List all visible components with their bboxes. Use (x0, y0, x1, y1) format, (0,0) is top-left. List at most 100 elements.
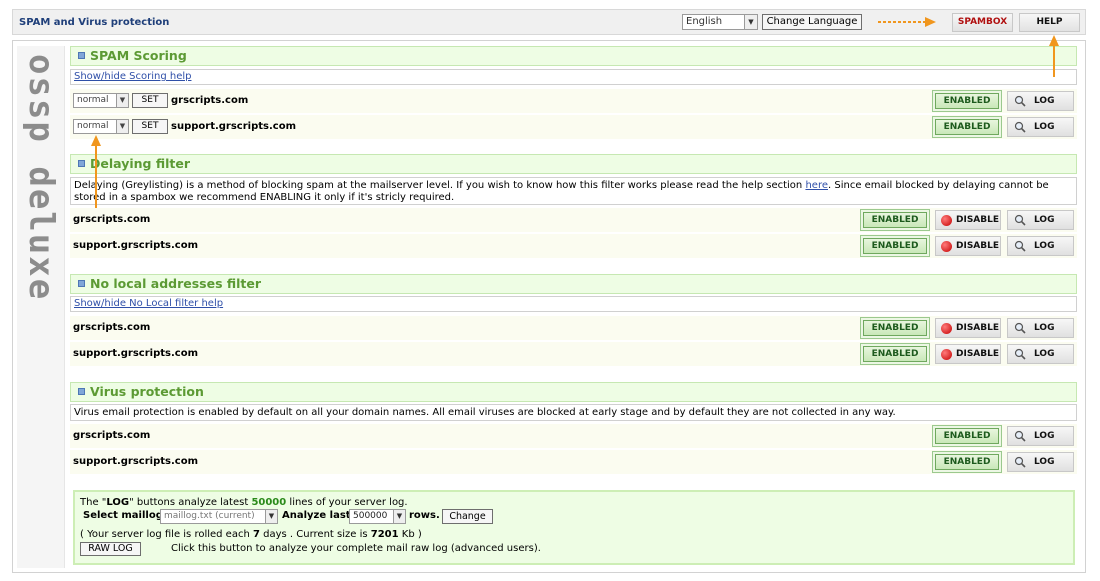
change-language-button[interactable]: Change Language (762, 14, 862, 30)
section-title: Delaying filter (90, 156, 190, 171)
rows-value: 500000 (353, 511, 388, 521)
domain-name: support.grscripts.com (73, 240, 199, 251)
domain-name: grscripts.com (73, 214, 151, 225)
log-button[interactable]: LOG (1007, 91, 1074, 111)
log-button[interactable]: LOG (1007, 452, 1074, 472)
domain-name: support.grscripts.com (73, 348, 199, 359)
disable-label: DISABLE (956, 323, 1000, 333)
bullet-square-icon (78, 52, 85, 59)
log-button[interactable]: LOG (1007, 344, 1074, 364)
log-label: LOG (1034, 122, 1055, 132)
log-info-line: The "LOG" buttons analyze latest 50000 l… (80, 497, 408, 508)
enabled-button[interactable]: ENABLED (860, 235, 930, 257)
log-button[interactable]: LOG (1007, 117, 1074, 137)
domain-name: support.grscripts.com (73, 456, 199, 467)
info-text: Kb ) (398, 529, 422, 540)
magnifier-icon (1014, 322, 1026, 334)
magnifier-icon (1014, 430, 1026, 442)
log-button[interactable]: LOG (1007, 236, 1074, 256)
enabled-button[interactable]: ENABLED (932, 90, 1002, 112)
chevron-down-icon: ▼ (265, 510, 277, 523)
info-text: days . Current size is (259, 529, 371, 540)
description-text: Delaying (Greylisting) is a method of bl… (74, 180, 806, 191)
magnifier-icon (1014, 214, 1026, 226)
maillog-select[interactable]: maillog.txt (current) ▼ (160, 509, 278, 524)
top-bar: SPAM and Virus protection English ▼ Chan… (12, 9, 1086, 35)
logo-text: ossp deluxe (21, 54, 61, 302)
disable-button[interactable]: DISABLE (935, 236, 1001, 256)
set-button[interactable]: SET (132, 119, 168, 134)
info-text: " buttons analyze latest (129, 497, 252, 508)
log-button[interactable]: LOG (1007, 210, 1074, 230)
enabled-button[interactable]: ENABLED (932, 116, 1002, 138)
magnifier-icon (1014, 95, 1026, 107)
domain-name: grscripts.com (171, 95, 249, 106)
help-toggle-bar: Show/hide No Local filter help (70, 296, 1077, 312)
disable-button[interactable]: DISABLE (935, 318, 1001, 338)
red-stop-icon (941, 215, 952, 226)
line-count: 50000 (251, 497, 287, 508)
section-header: Delaying filter (70, 154, 1077, 174)
info-text: LOG (106, 497, 130, 508)
red-stop-icon (941, 349, 952, 360)
maillog-value: maillog.txt (current) (164, 511, 255, 521)
spambox-button[interactable]: SPAMBOX (952, 13, 1013, 32)
analyze-last-label: Analyze last (282, 510, 351, 521)
enabled-button[interactable]: ENABLED (860, 209, 930, 231)
enabled-label: ENABLED (863, 346, 927, 362)
raw-log-button[interactable]: RAW LOG (80, 542, 141, 556)
score-level-select[interactable]: normal ▼ (73, 119, 129, 134)
show-hide-scoring-help-link[interactable]: Show/hide Scoring help (74, 71, 191, 82)
chevron-down-icon: ▼ (116, 120, 128, 133)
help-section-link[interactable]: here (805, 180, 828, 191)
info-text: The " (80, 497, 107, 508)
bullet-square-icon (78, 280, 85, 287)
log-label: LOG (1034, 349, 1055, 359)
enabled-button[interactable]: ENABLED (860, 317, 930, 339)
enabled-button[interactable]: ENABLED (860, 343, 930, 365)
ossp-deluxe-logo: ossp deluxe (17, 46, 65, 568)
red-stop-icon (941, 323, 952, 334)
help-button[interactable]: HELP (1019, 13, 1080, 32)
virus-description: Virus email protection is enabled by def… (70, 404, 1077, 421)
log-size: 7201 (370, 529, 399, 540)
language-select-value: English (686, 16, 723, 27)
red-stop-icon (941, 241, 952, 252)
table-row: grscripts.com ENABLED DISABLE LOG (70, 316, 1077, 340)
magnifier-icon (1014, 456, 1026, 468)
disable-button[interactable]: DISABLE (935, 344, 1001, 364)
enabled-label: ENABLED (863, 212, 927, 228)
log-button[interactable]: LOG (1007, 426, 1074, 446)
log-label: LOG (1034, 96, 1055, 106)
enabled-button[interactable]: ENABLED (932, 451, 1002, 473)
info-text: lines of your server log. (286, 497, 408, 508)
show-hide-no-local-help-link[interactable]: Show/hide No Local filter help (74, 298, 223, 309)
chevron-down-icon: ▼ (744, 15, 757, 29)
language-select[interactable]: English ▼ (682, 14, 758, 30)
log-label: LOG (1034, 431, 1055, 441)
enabled-label: ENABLED (935, 93, 999, 109)
chevron-down-icon: ▼ (393, 510, 405, 523)
delaying-description: Delaying (Greylisting) is a method of bl… (70, 177, 1077, 205)
select-maillog-label: Select maillog (83, 510, 163, 521)
set-button[interactable]: SET (132, 93, 168, 108)
table-row: support.grscripts.com ENABLED DISABLE LO… (70, 234, 1077, 258)
log-label: LOG (1034, 323, 1055, 333)
disable-button[interactable]: DISABLE (935, 210, 1001, 230)
score-level-select[interactable]: normal ▼ (73, 93, 129, 108)
magnifier-icon (1014, 240, 1026, 252)
section-title: SPAM Scoring (90, 48, 187, 63)
table-row: grscripts.com ENABLED LOG (70, 424, 1077, 448)
enabled-button[interactable]: ENABLED (932, 425, 1002, 447)
section-title: No local addresses filter (90, 276, 262, 291)
log-roll-info: ( Your server log file is rolled each 7 … (80, 529, 422, 540)
change-button[interactable]: Change (442, 509, 493, 524)
disable-label: DISABLE (956, 349, 1000, 359)
magnifier-icon (1014, 121, 1026, 133)
enabled-label: ENABLED (935, 428, 999, 444)
table-row: grscripts.com ENABLED DISABLE LOG (70, 208, 1077, 232)
roll-days: 7 (252, 529, 260, 540)
log-button[interactable]: LOG (1007, 318, 1074, 338)
chevron-down-icon: ▼ (116, 94, 128, 107)
rows-select[interactable]: 500000 ▼ (349, 509, 406, 524)
